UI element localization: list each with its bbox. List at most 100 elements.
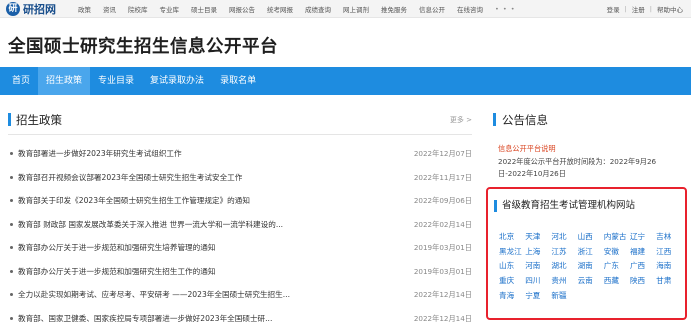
province-link[interactable]: 海南: [656, 259, 682, 274]
news-date: 2022年02月14日: [413, 219, 472, 229]
province-link[interactable]: 安徽: [604, 245, 630, 260]
provinces-grid: 北京 天津 河北 山西 内蒙古 辽宁 吉林 黑龙江 上海 江苏 浙江 安徽 福建…: [499, 230, 683, 303]
provinces-title: 省级教育招生考试管理机构网站: [502, 200, 636, 211]
top-nav-item-disclosure[interactable]: 信息公开: [419, 4, 445, 14]
province-link[interactable]: 新疆: [551, 289, 577, 304]
province-link[interactable]: 湖南: [578, 259, 604, 274]
province-link[interactable]: 山西: [578, 230, 604, 245]
news-title[interactable]: 全力以赴实现如期考试、应考尽考、平安研考 ——2023年全国硕士研究生招生...: [18, 283, 388, 307]
bullet-icon: [10, 175, 13, 179]
bullet-icon: [10, 269, 13, 273]
register-link[interactable]: 注册: [632, 4, 645, 14]
top-nav-item-schools[interactable]: 院校库: [128, 4, 148, 14]
news-title[interactable]: 教育部关于印发《2023年全国硕士研究生招生工作管理规定》的通知: [18, 189, 388, 213]
news-title[interactable]: 教育部 财政部 国家发展改革委关于深入推进 世界一流大学和一流学科建设的...: [18, 213, 388, 237]
news-title[interactable]: 教育部召开视频会议部署2023年全国硕士研究生招生考试安全工作: [18, 166, 388, 190]
province-link[interactable]: 天津: [525, 230, 551, 245]
province-link[interactable]: 内蒙古: [604, 230, 630, 245]
provinces-panel: 省级教育招生考试管理机构网站 北京 天津 河北 山西 内蒙古 辽宁 吉林 黑龙江…: [486, 187, 687, 320]
top-nav-item-adjustment[interactable]: 网上调剂: [343, 4, 369, 14]
announce-title: 公告信息: [502, 113, 548, 127]
province-link[interactable]: 山东: [499, 259, 525, 274]
help-link[interactable]: 帮助中心: [657, 4, 683, 14]
province-link[interactable]: 吉林: [656, 230, 682, 245]
login-link[interactable]: 登录: [607, 4, 620, 14]
list-item[interactable]: 教育部召开视频会议部署2023年全国硕士研究生招生考试安全工作 2022年11月1…: [8, 166, 472, 190]
province-link[interactable]: 陕西: [630, 274, 656, 289]
province-link[interactable]: 浙江: [578, 245, 604, 260]
policy-list: 教育部署进一步做好2023年研究生考试组织工作 2022年12月07日 教育部召开…: [8, 142, 472, 324]
top-nav-item-consult[interactable]: 在线咨询: [457, 4, 483, 14]
top-nav-item-announcements[interactable]: 网报公告: [229, 4, 255, 14]
top-nav-item-majors[interactable]: 专业库: [160, 4, 180, 14]
section-marker: [8, 113, 11, 126]
news-date: 2019年03月01日: [413, 243, 472, 252]
nav-major-catalog[interactable]: 专业目录: [90, 67, 142, 95]
more-menu-icon[interactable]: • • •: [495, 5, 516, 13]
list-item[interactable]: 全力以赴实现如期考试、应考尽考、平安研考 ——2023年全国硕士研究生招生...…: [8, 283, 472, 307]
policy-section: 招生政策 更多 > 教育部署进一步做好2023年研究生考试组织工作 2022年12…: [8, 110, 472, 323]
province-link[interactable]: 福建: [630, 245, 656, 260]
province-link[interactable]: 辽宁: [630, 230, 656, 245]
province-link[interactable]: 四川: [525, 274, 551, 289]
province-link[interactable]: 甘肃: [656, 274, 682, 289]
list-item[interactable]: 教育部署进一步做好2023年研究生考试组织工作 2022年12月07日: [8, 142, 472, 166]
policy-more-link[interactable]: 更多 >: [450, 110, 472, 130]
news-date: 2022年12月07日: [413, 149, 472, 158]
news-title[interactable]: 教育部办公厅关于进一步规范和加强研究生培养管理的通知: [18, 236, 388, 260]
nav-policy[interactable]: 招生政策: [38, 67, 91, 95]
top-nav: 政策 资讯 院校库 专业库 硕士目录 网报公告 统考网报 成绩查询 网上调剂 推…: [78, 0, 528, 18]
province-link[interactable]: 重庆: [499, 274, 525, 289]
nav-home[interactable]: 首页: [0, 67, 38, 95]
top-nav-item-scores[interactable]: 成绩查询: [305, 4, 331, 14]
province-link[interactable]: 青海: [499, 289, 525, 304]
province-link[interactable]: 广西: [630, 259, 656, 274]
separator: |: [624, 5, 627, 13]
province-link[interactable]: 云南: [578, 274, 604, 289]
province-link[interactable]: 广东: [604, 259, 630, 274]
bullet-icon: [10, 293, 13, 296]
province-link[interactable]: 西藏: [604, 274, 630, 289]
province-link[interactable]: 贵州: [551, 274, 577, 289]
policy-header: 招生政策 更多 >: [8, 110, 472, 130]
news-title[interactable]: 教育部署进一步做好2023年研究生考试组织工作: [18, 142, 388, 166]
province-link[interactable]: 江西: [656, 245, 682, 260]
top-nav-item-catalog[interactable]: 硕士目录: [191, 4, 217, 14]
list-item[interactable]: 教育部办公厅关于进一步规范和加强研究生招生工作的通知 2019年03月01日: [8, 260, 472, 284]
list-item[interactable]: 教育部 财政部 国家发展改革委关于深入推进 世界一流大学和一流学科建设的... 2…: [8, 213, 472, 237]
bullet-icon: [10, 222, 13, 226]
notice-link[interactable]: 信息公开平台说明: [498, 144, 556, 154]
bullet-icon: [10, 152, 13, 155]
notice-text: 2022年度公示平台开放时间段为：2022年9月26日-2022年10月26日: [498, 157, 657, 178]
nav-admission-list[interactable]: 录取名单: [212, 67, 264, 95]
top-nav-item-news[interactable]: 资讯: [103, 4, 116, 14]
province-link[interactable]: 河南: [525, 259, 551, 274]
province-link[interactable]: 湖北: [551, 259, 577, 274]
section-marker: [494, 200, 497, 212]
province-link[interactable]: 上海: [525, 245, 551, 260]
logo-icon: 研: [6, 2, 20, 16]
province-link[interactable]: 黑龙江: [499, 245, 525, 260]
list-item[interactable]: 教育部关于印发《2023年全国硕士研究生招生工作管理规定》的通知 2022年09月…: [8, 189, 472, 213]
top-nav-item-recommend[interactable]: 推免服务: [381, 4, 407, 14]
province-link[interactable]: 宁夏: [525, 289, 551, 304]
news-date: 2019年03月01日: [413, 266, 472, 276]
news-title[interactable]: 教育部、国家卫健委、国家疾控局专项部署进一步做好2023年全国硕士研...: [18, 307, 388, 324]
list-item[interactable]: 教育部办公厅关于进一步规范和加强研究生培养管理的通知 2019年03月01日: [8, 236, 472, 260]
province-link[interactable]: 江苏: [551, 245, 577, 260]
nav-admission-rules[interactable]: 复试录取办法: [142, 67, 212, 95]
province-link[interactable]: 北京: [499, 230, 525, 245]
news-title[interactable]: 教育部办公厅关于进一步规范和加强研究生招生工作的通知: [18, 260, 388, 284]
bullet-icon: [10, 246, 13, 249]
page-title: 全国硕士研究生招生信息公开平台: [8, 37, 278, 57]
site-logo[interactable]: 研 研招网: [6, 1, 56, 17]
province-link[interactable]: 河北: [551, 230, 577, 245]
banner: 全国硕士研究生招生信息公开平台: [0, 18, 691, 68]
announce-header: 公告信息: [493, 110, 685, 130]
news-date: 2022年12月14日: [413, 290, 472, 299]
bullet-icon: [10, 199, 13, 202]
top-nav-item-policy[interactable]: 政策: [78, 4, 91, 14]
top-nav-item-registration[interactable]: 统考网报: [267, 4, 293, 14]
list-item[interactable]: 教育部、国家卫健委、国家疾控局专项部署进一步做好2023年全国硕士研... 202…: [8, 307, 472, 324]
announce-section: 公告信息 信息公开平台说明 2022年度公示平台开放时间段为：2022年9月26…: [493, 110, 685, 178]
